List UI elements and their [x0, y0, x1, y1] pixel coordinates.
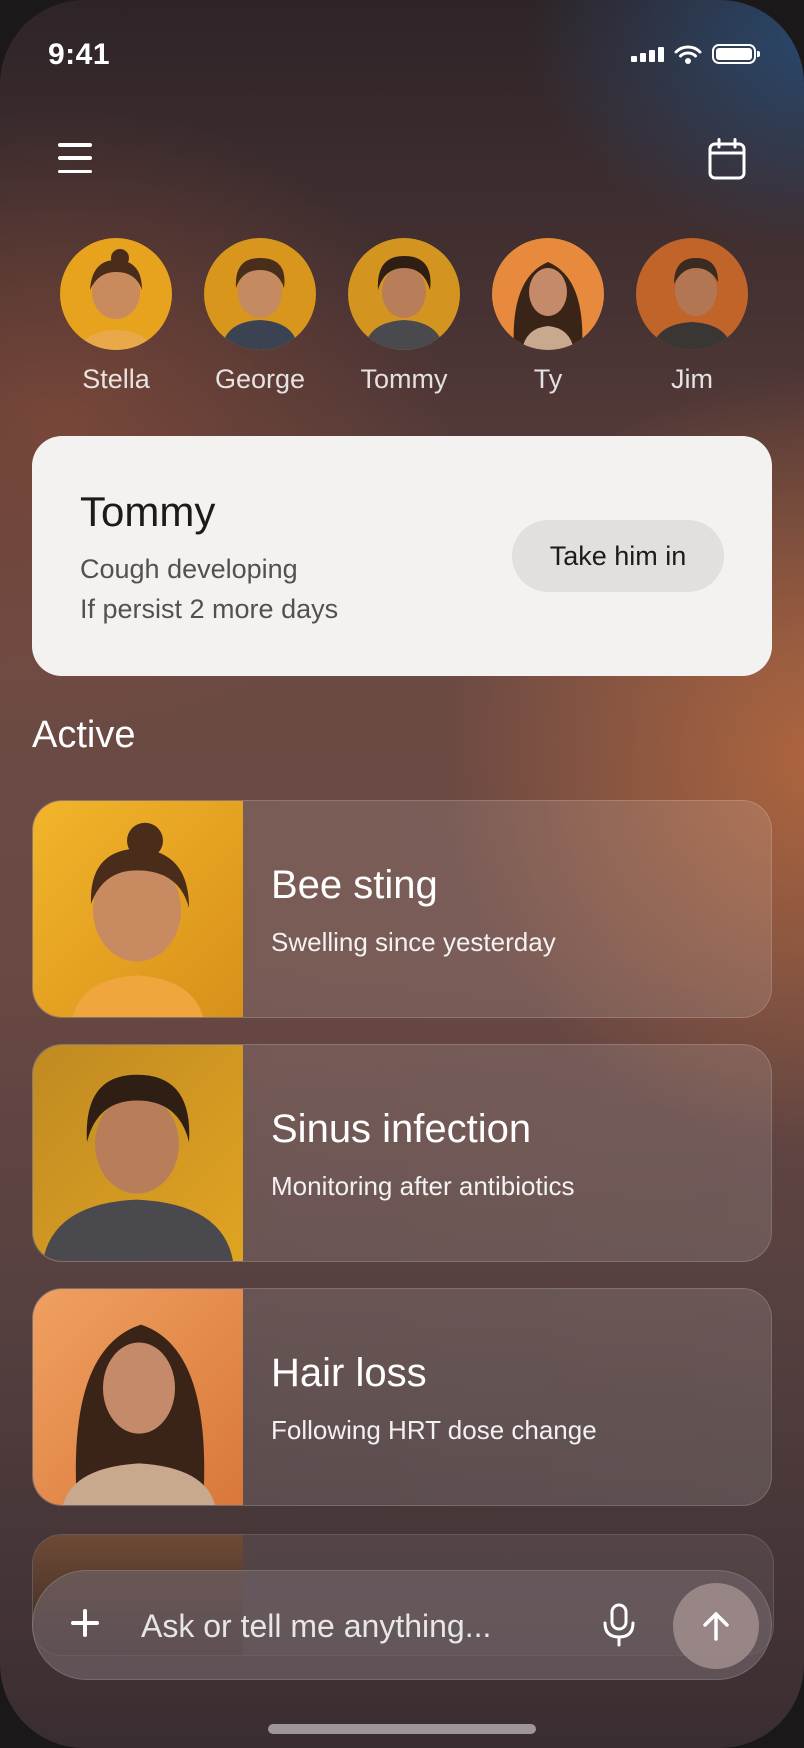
composer-bar: [32, 1570, 772, 1680]
send-button[interactable]: [673, 1583, 759, 1669]
avatar: [492, 238, 604, 350]
status-icons: [631, 44, 760, 64]
case-card-bee-sting[interactable]: Bee sting Swelling since yesterday: [32, 800, 772, 1018]
case-subtitle: Monitoring after antibiotics: [271, 1171, 575, 1201]
alert-detail: If persist 2 more days: [80, 594, 339, 624]
microphone-icon[interactable]: [601, 1603, 637, 1647]
alert-message: Cough developing: [80, 554, 298, 584]
person-jim[interactable]: Jim: [622, 238, 762, 395]
case-card-hair-loss[interactable]: Hair loss Following HRT dose change: [32, 1288, 772, 1506]
menu-button[interactable]: [58, 143, 92, 173]
hamburger-icon: [58, 143, 92, 147]
person-tommy[interactable]: Tommy: [334, 238, 474, 395]
case-subtitle: Swelling since yesterday: [271, 927, 556, 957]
alert-person-name: Tommy: [80, 488, 216, 535]
ask-input[interactable]: [139, 1597, 503, 1655]
person-name: Tommy: [360, 364, 448, 394]
avatar: [60, 238, 172, 350]
plus-icon[interactable]: [69, 1607, 101, 1639]
section-title: Active: [32, 714, 136, 756]
alert-card: Tommy Cough developing If persist 2 more…: [32, 436, 772, 676]
case-title: Bee sting: [271, 863, 438, 907]
arrow-up-icon: [703, 1612, 729, 1641]
person-name: Ty: [533, 364, 563, 394]
person-stella[interactable]: Stella: [46, 238, 186, 395]
case-card-sinus-infection[interactable]: Sinus infection Monitoring after antibio…: [32, 1044, 772, 1262]
person-name: Jim: [671, 364, 713, 394]
phone-screen: 9:41 Stella George Tommy Ty Jim Tommy Co…: [0, 0, 804, 1748]
avatar: [348, 238, 460, 350]
battery-icon: [712, 44, 760, 64]
case-title: Hair loss: [271, 1351, 427, 1395]
case-subtitle: Following HRT dose change: [271, 1415, 597, 1445]
status-time: 9:41: [48, 38, 111, 71]
avatar: [204, 238, 316, 350]
home-indicator[interactable]: [268, 1724, 536, 1734]
take-him-in-button[interactable]: Take him in: [512, 520, 724, 592]
case-photo: [33, 801, 243, 1017]
calendar-icon: [708, 138, 746, 180]
case-photo: [33, 1289, 243, 1505]
signal-icon: [631, 46, 664, 62]
person-name: George: [214, 364, 306, 394]
person-george[interactable]: George: [190, 238, 330, 395]
calendar-button[interactable]: [708, 138, 746, 180]
person-ty[interactable]: Ty: [478, 238, 618, 395]
case-title: Sinus infection: [271, 1107, 532, 1151]
person-name: Stella: [82, 364, 150, 394]
wifi-icon: [674, 45, 702, 64]
case-photo: [33, 1045, 243, 1261]
avatar: [636, 238, 748, 350]
